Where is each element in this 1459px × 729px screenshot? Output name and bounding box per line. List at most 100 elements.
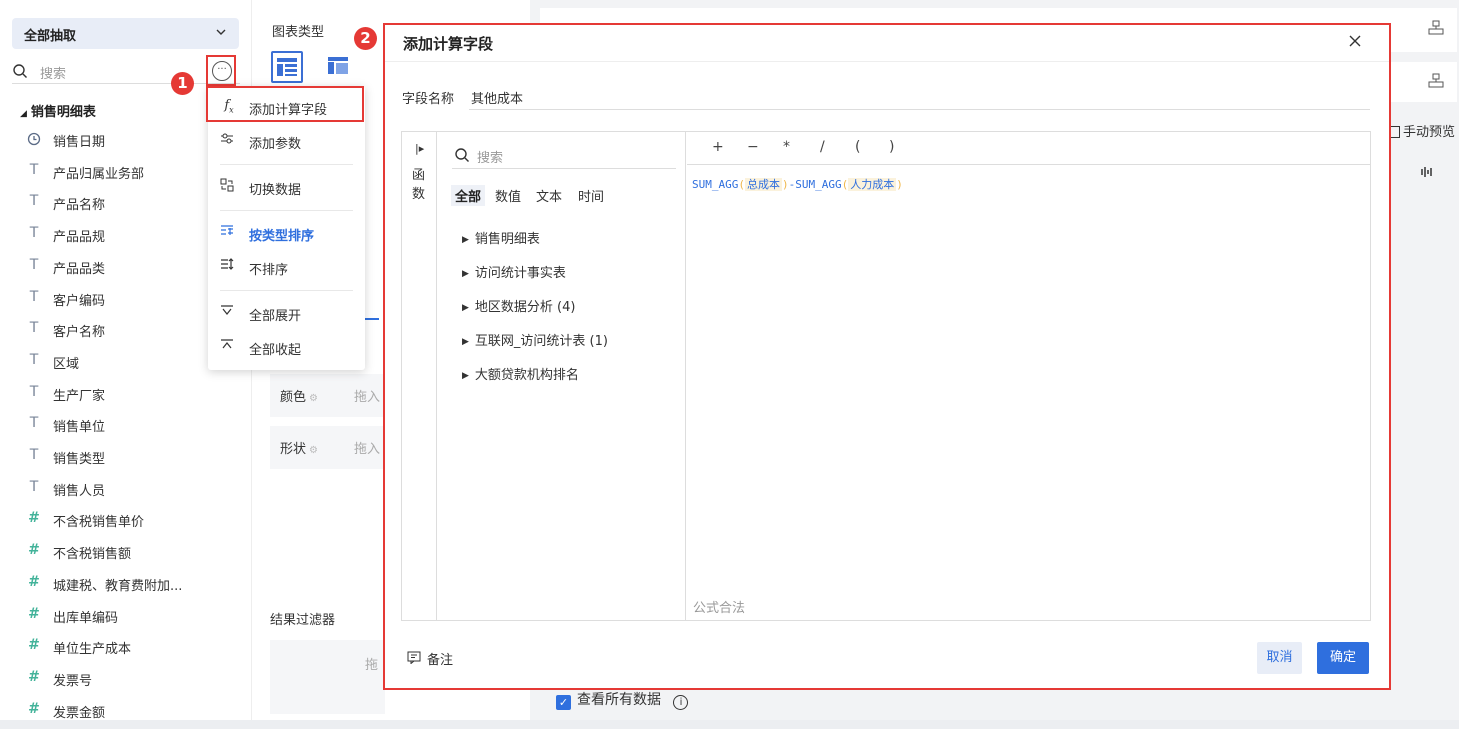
field-item[interactable]: T 销售类型 <box>0 441 252 473</box>
field-token: 人力成本 <box>848 178 897 191</box>
shape-slot-hint: 拖入 <box>354 442 381 457</box>
shape-slot[interactable]: 形状 ⚙ 拖入 <box>270 426 385 469</box>
text-type-icon: T <box>29 351 39 368</box>
tab-text[interactable]: 文本 <box>532 185 566 206</box>
tab-all[interactable]: 全部 <box>451 185 486 206</box>
text-type-icon: T <box>29 415 39 432</box>
checkbox-icon <box>1390 126 1400 138</box>
more-options-menu: fx 添加计算字段 添加参数 切换数据 按类型排序 不排序 全部展开 全部收起 <box>208 86 365 370</box>
tab-time[interactable]: 时间 <box>574 185 608 206</box>
confirm-button[interactable]: 确定 <box>1317 642 1369 674</box>
text-type-icon: T <box>29 288 39 305</box>
field-name-input[interactable]: 其他成本 <box>471 88 523 107</box>
table-title[interactable]: ◢ 销售明细表 <box>20 101 96 120</box>
op-divide-button[interactable]: / <box>820 139 825 155</box>
waveform-icon[interactable] <box>1421 166 1433 178</box>
number-type-icon: # <box>28 637 40 654</box>
sort-by-type-icon <box>220 224 238 236</box>
field-item[interactable]: T 销售单位 <box>0 409 252 441</box>
collapse-all-icon <box>220 338 238 350</box>
menu-item-collapse-all[interactable]: 全部收起 <box>208 331 365 363</box>
field-item-label: 销售类型 <box>53 452 106 467</box>
number-type-icon: # <box>28 510 40 527</box>
clock-icon <box>26 130 42 146</box>
highlight-box-add-calc <box>206 86 364 122</box>
text-type-icon: T <box>29 193 39 210</box>
op-open-paren-button[interactable]: ( <box>855 139 860 155</box>
field-item-label: 客户编码 <box>53 293 106 309</box>
menu-divider <box>220 290 353 291</box>
function-panel-toggle[interactable]: |▸ 函数 <box>402 132 437 620</box>
op-close-paren-button[interactable]: ) <box>889 139 894 155</box>
tab-number[interactable]: 数值 <box>491 185 525 206</box>
manual-preview-toggle[interactable]: 手动预览 <box>1390 121 1455 140</box>
result-filter-label: 结果过滤器 <box>270 613 336 628</box>
field-item-label: 不含税销售额 <box>53 547 132 563</box>
step-badge-1: 1 <box>171 72 194 95</box>
no-sort-icon <box>220 258 238 270</box>
tree-node[interactable]: ▶ 大额贷款机构排名 <box>462 364 579 383</box>
chart-type-table-button[interactable] <box>271 51 303 83</box>
menu-item-expand-all[interactable]: 全部展开 <box>208 297 365 329</box>
settings-icon: ⚙ <box>309 445 318 456</box>
op-multiply-button[interactable]: * <box>783 139 790 155</box>
view-all-data-checkbox[interactable]: ✓ 查看所有数据 i <box>556 689 689 710</box>
color-slot[interactable]: 颜色 ⚙ 拖入 <box>270 374 385 417</box>
field-item[interactable]: # 城建税、教育费附加... <box>0 568 252 600</box>
param-slider-icon <box>220 132 238 144</box>
view-all-data-label: 查看所有数据 <box>577 692 661 708</box>
field-item[interactable]: T 生产厂家 <box>0 378 252 410</box>
menu-item-sort-by-type[interactable]: 按类型排序 <box>208 217 365 249</box>
chart-type-crosstab-button[interactable] <box>324 51 356 83</box>
field-item[interactable]: # 单位生产成本 <box>0 631 252 663</box>
text-type-icon: T <box>29 256 39 273</box>
menu-item-no-sort[interactable]: 不排序 <box>208 251 365 283</box>
datasource-select[interactable]: 全部抽取 <box>12 18 239 49</box>
menu-divider <box>220 164 353 165</box>
dialog-title: 添加计算字段 <box>403 35 494 53</box>
horizontal-scrollbar[interactable] <box>0 720 1459 729</box>
note-button[interactable]: 备注 <box>407 649 453 668</box>
menu-item-switch-data[interactable]: 切换数据 <box>208 171 365 203</box>
chart-type-label: 图表类型 <box>272 25 325 40</box>
field-item-label: 销售人员 <box>53 483 106 499</box>
text-type-icon: T <box>29 225 39 242</box>
tree-node[interactable]: ▶ 地区数据分析 (4) <box>462 296 575 315</box>
result-filter-dropzone[interactable]: 拖 <box>270 640 385 714</box>
field-item-label: 产品归属业务部 <box>53 166 145 182</box>
tree-node[interactable]: ▶ 互联网_访问统计表 (1) <box>462 330 608 349</box>
field-item[interactable]: T 销售人员 <box>0 473 252 505</box>
dialog-header-divider <box>385 61 1389 62</box>
info-icon[interactable]: i <box>673 695 689 710</box>
op-minus-button[interactable]: − <box>747 139 759 155</box>
tree-node[interactable]: ▶ 销售明细表 <box>462 228 540 247</box>
menu-item-add-param[interactable]: 添加参数 <box>208 125 365 157</box>
op-plus-button[interactable]: + <box>712 139 724 155</box>
expand-all-icon <box>220 304 238 316</box>
cancel-button[interactable]: 取消 <box>1257 642 1302 674</box>
tree-node[interactable]: ▶ 访问统计事实表 <box>462 262 566 281</box>
text-type-icon: T <box>29 320 39 337</box>
field-token: 总成本 <box>744 178 782 191</box>
tree-search-placeholder: 搜索 <box>477 151 504 166</box>
menu-item-label: 切换数据 <box>249 183 302 198</box>
add-calc-field-dialog: 添加计算字段 字段名称 其他成本 |▸ 函数 搜索 全部 数值 文本 时间 ▶ 销… <box>383 23 1391 690</box>
expand-triangle-icon: ▶ <box>462 337 469 347</box>
collapse-triangle-icon: ◢ <box>20 109 27 119</box>
chevron-down-icon <box>215 26 227 38</box>
text-type-icon: T <box>29 447 39 463</box>
field-item[interactable]: # 不含税销售额 <box>0 536 252 568</box>
field-item-label: 区域 <box>53 356 80 372</box>
field-item-label: 城建税、教育费附加... <box>53 578 183 594</box>
number-type-icon: # <box>28 668 40 685</box>
text-type-icon: T <box>29 383 39 400</box>
hierarchy-icon[interactable] <box>1428 20 1448 40</box>
close-icon[interactable] <box>1343 29 1367 53</box>
hierarchy-icon[interactable] <box>1428 73 1448 93</box>
field-item[interactable]: # 出库单编码 <box>0 600 252 632</box>
tree-search-input[interactable]: 搜索 <box>452 142 676 169</box>
field-item[interactable]: # 不含税销售单价 <box>0 504 252 536</box>
field-item[interactable]: # 发票号 <box>0 663 252 695</box>
formula-input[interactable]: SUM_AGG(总成本)-SUM_AGG(人力成本) <box>692 176 903 192</box>
note-label: 备注 <box>427 653 454 668</box>
